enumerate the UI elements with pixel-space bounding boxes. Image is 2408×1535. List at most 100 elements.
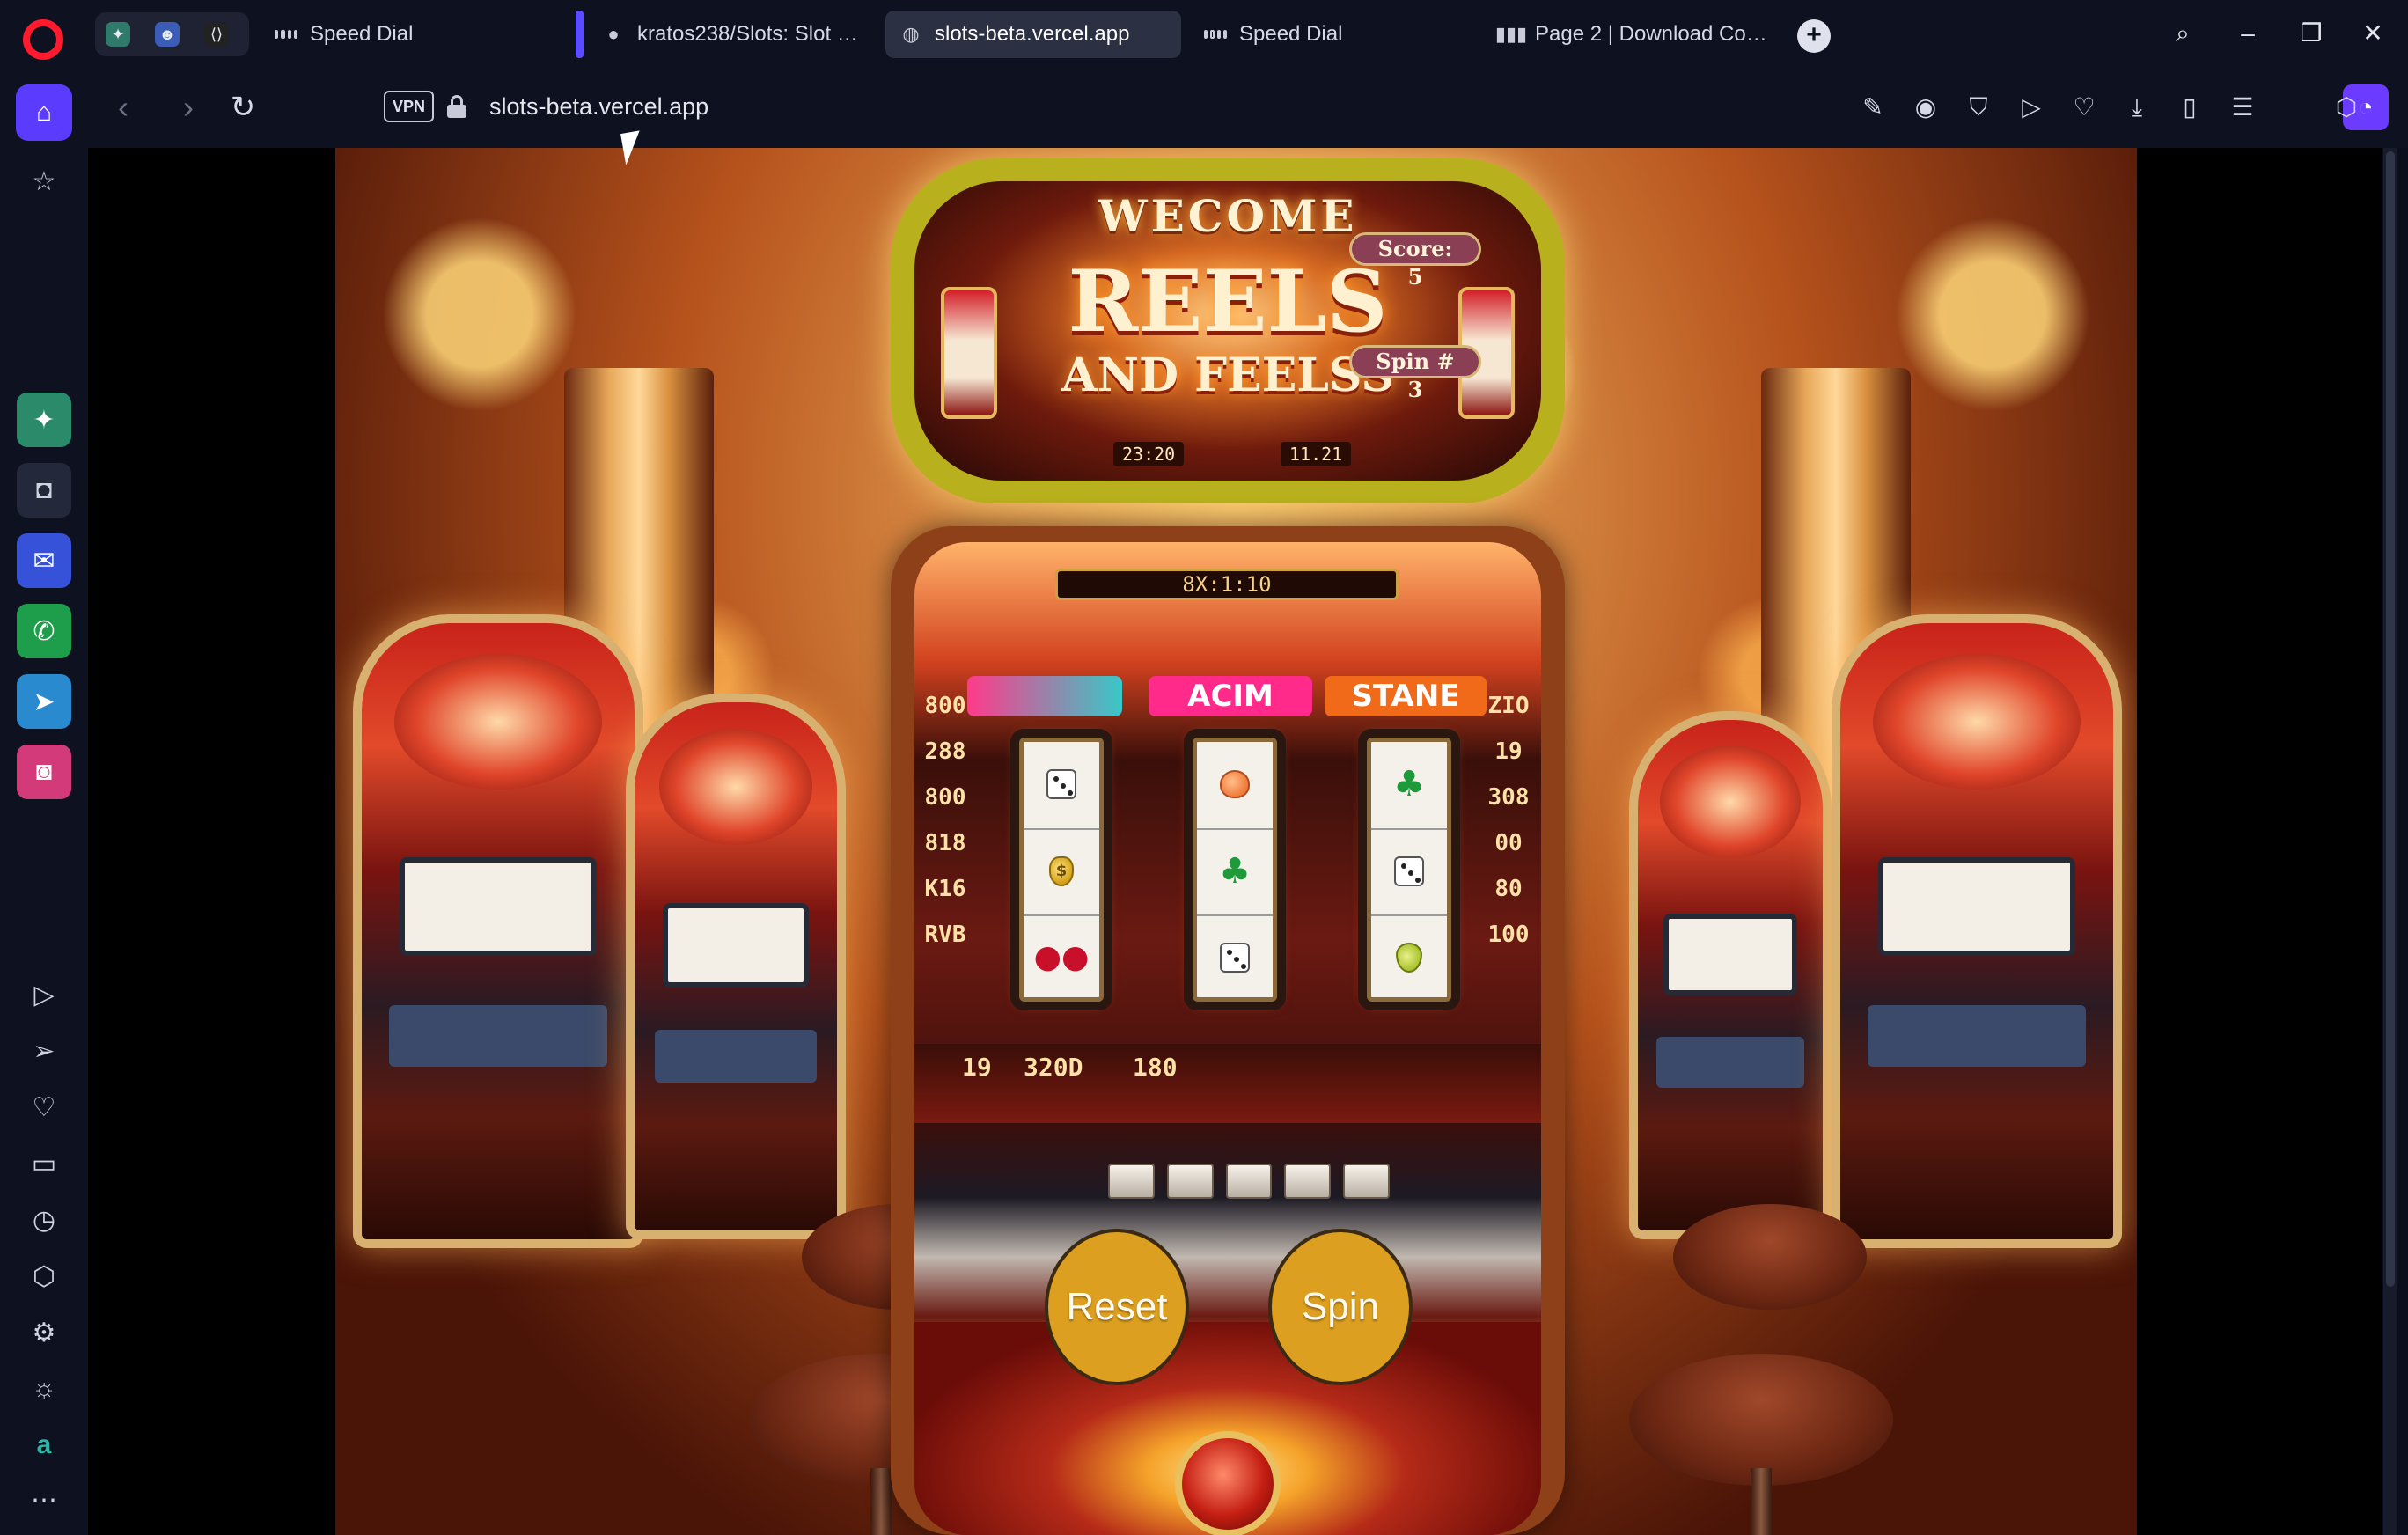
lightbulb-icon[interactable]: ☼ bbox=[16, 1361, 72, 1417]
tab-label: kratos238/Slots: Slot Mac bbox=[637, 22, 866, 46]
search-tabs-icon[interactable]: ⌕ bbox=[2162, 14, 2204, 53]
slot-tag-left bbox=[967, 676, 1122, 716]
bar-stool-right bbox=[1629, 1354, 1893, 1486]
cherry-icon: ●● bbox=[1033, 939, 1090, 975]
history-icon[interactable]: ◷ bbox=[16, 1192, 72, 1248]
url-field[interactable]: slots-beta.vercel.app bbox=[489, 93, 708, 121]
money-bag-icon: $ bbox=[1044, 854, 1079, 889]
tab-speed-dial-1[interactable]: Speed Dial bbox=[261, 11, 551, 58]
tab-strip: ✦ ☻ ⟨⟩ Speed Dial ● kratos238/Slots: Slo… bbox=[0, 0, 2408, 67]
heart-icon[interactable]: ♡ bbox=[2065, 88, 2103, 127]
slot-tag-stane: STANE bbox=[1325, 676, 1487, 716]
bar-stool-back-right bbox=[1673, 1204, 1867, 1310]
page-scrollbar-thumb[interactable] bbox=[2386, 151, 2395, 1287]
play-icon[interactable]: ▷ bbox=[2012, 88, 2051, 127]
lower-number: 180 bbox=[1133, 1053, 1178, 1082]
speed-dial-icon bbox=[1204, 23, 1227, 46]
dice-icon bbox=[1044, 767, 1079, 802]
settings-icon[interactable]: ⚙ bbox=[16, 1304, 72, 1361]
forward-button[interactable]: › bbox=[165, 84, 211, 130]
aria-icon[interactable]: a bbox=[16, 1417, 72, 1473]
minimize-button[interactable]: – bbox=[2227, 14, 2269, 53]
reel-cell: ♣ bbox=[1197, 828, 1273, 913]
tab-speed-dial-2[interactable]: Speed Dial bbox=[1190, 11, 1480, 58]
header-clock-left: 23:20 bbox=[1113, 442, 1185, 466]
speed-dial-icon bbox=[275, 23, 297, 46]
spin-button[interactable]: Spin bbox=[1268, 1229, 1413, 1385]
bar-stool-left-leg bbox=[870, 1468, 892, 1535]
bg-slot-machine-right-2 bbox=[1629, 711, 1832, 1239]
page-viewport: WECOME REELS AND FEELSS 23:20 11.21 Scor… bbox=[88, 148, 2382, 1535]
lower-number: 19 bbox=[962, 1053, 992, 1082]
home-icon[interactable]: ⌂ bbox=[16, 84, 72, 141]
back-button[interactable]: ‹ bbox=[100, 84, 146, 130]
chatgpt-icon[interactable]: ✦ bbox=[17, 393, 71, 447]
reel-cell bbox=[1371, 828, 1447, 913]
opera-logo-icon[interactable] bbox=[23, 19, 63, 60]
reel-cell: ●● bbox=[1024, 914, 1099, 999]
paytable-value: ZIO bbox=[1487, 693, 1530, 719]
tab-download-coin[interactable]: ▮▮▮ Page 2 | Download Coin S bbox=[1486, 11, 1783, 58]
more-icon[interactable]: ⋯ bbox=[16, 1472, 72, 1528]
four-leaf-clover-icon: ♣ bbox=[1219, 851, 1251, 892]
camera-icon[interactable]: ◉ bbox=[1906, 88, 1945, 127]
tab-slots-active[interactable]: ◍ slots-beta.vercel.app bbox=[885, 11, 1181, 58]
battery-saver-icon[interactable]: ▯ bbox=[2170, 88, 2209, 127]
snapshot-edit-icon[interactable]: ✎ bbox=[1854, 88, 1892, 127]
assistant-bot-icon[interactable]: ☻ bbox=[155, 22, 180, 47]
tab-github[interactable]: ● kratos238/Slots: Slot Mac bbox=[588, 11, 880, 58]
paytable-left: 800 288 800 818 K16 RVB bbox=[914, 683, 976, 958]
tab-label: slots-beta.vercel.app bbox=[935, 22, 1130, 46]
mini-slot-left bbox=[941, 287, 997, 419]
four-leaf-clover-icon: ♣ bbox=[1393, 764, 1425, 804]
send-icon[interactable]: ➢ bbox=[16, 1023, 72, 1079]
slot-top-display: 8X:1:10 bbox=[1055, 569, 1399, 600]
paytable-value: 00 bbox=[1494, 830, 1523, 856]
cube-icon[interactable]: ⬡ bbox=[16, 1248, 72, 1304]
whatsapp-icon[interactable]: ✆ bbox=[17, 604, 71, 658]
close-window-button[interactable]: ✕ bbox=[2352, 14, 2394, 53]
address-toolbar: ‹ › ↻ VPN slots-beta.vercel.app ✎ ◉ ⛉ ▷ … bbox=[88, 67, 2408, 148]
paytable-value: 818 bbox=[924, 830, 966, 856]
restore-button[interactable]: ❐ bbox=[2290, 14, 2332, 53]
vpn-badge[interactable]: VPN bbox=[384, 91, 435, 122]
messenger-icon[interactable]: ✉ bbox=[17, 533, 71, 588]
extensions-cube-icon[interactable]: ⬡ bbox=[2327, 88, 2366, 127]
bg-slot-machine-left bbox=[353, 614, 643, 1248]
download-icon[interactable]: ⤓ bbox=[2118, 88, 2156, 127]
telegram-icon[interactable]: ➤ bbox=[17, 674, 71, 729]
chatgpt-icon[interactable]: ✦ bbox=[106, 22, 130, 47]
pinned-tabs: ✦ ☻ ⟨⟩ bbox=[95, 12, 249, 56]
paytable-value: 800 bbox=[924, 784, 966, 811]
audio-wave-icon: ▮▮▮ bbox=[1494, 23, 1528, 45]
bg-slot-machine-left-2 bbox=[626, 694, 846, 1239]
reel-cell bbox=[1024, 742, 1099, 826]
paytable-value: 308 bbox=[1487, 784, 1530, 811]
paytable-value: RVB bbox=[924, 922, 966, 948]
reset-button[interactable]: Reset bbox=[1045, 1229, 1189, 1385]
shopping-bag-icon[interactable]: ◘ bbox=[17, 463, 71, 518]
tab-label: Speed Dial bbox=[310, 22, 414, 46]
tab-group-indicator bbox=[576, 11, 584, 58]
player-icon[interactable]: ▷ bbox=[16, 966, 72, 1023]
notes-icon[interactable]: ▭ bbox=[16, 1135, 72, 1192]
dice-icon bbox=[1217, 940, 1252, 975]
reel-1: $ ●● bbox=[1019, 738, 1104, 1002]
heart-icon[interactable]: ♡ bbox=[16, 1079, 72, 1135]
reel-cell: ♣ bbox=[1371, 742, 1447, 826]
score-display: Score: 5 bbox=[1349, 232, 1481, 290]
bg-slot-machine-right bbox=[1832, 614, 2122, 1248]
react-icon[interactable]: ⟨⟩ bbox=[204, 22, 229, 47]
instagram-icon[interactable]: ◙ bbox=[17, 745, 71, 799]
slot-machine: 8X:1:10 ACIM STANE 800 288 800 818 K16 R… bbox=[914, 542, 1541, 1535]
shield-icon[interactable]: ⛉ bbox=[1959, 88, 1998, 127]
easy-setup-icon[interactable]: ☰ bbox=[2223, 88, 2262, 127]
paytable-value: 100 bbox=[1487, 922, 1530, 948]
new-tab-button[interactable]: + bbox=[1797, 19, 1831, 53]
reel-cell bbox=[1197, 742, 1273, 826]
bookmark-star-icon[interactable]: ☆ bbox=[16, 153, 72, 209]
tab-label: Speed Dial bbox=[1239, 22, 1343, 46]
browser-window: ✦ ☻ ⟨⟩ Speed Dial ● kratos238/Slots: Slo… bbox=[0, 0, 2408, 1535]
reload-button[interactable]: ↻ bbox=[220, 84, 266, 130]
lock-icon[interactable] bbox=[447, 95, 466, 118]
